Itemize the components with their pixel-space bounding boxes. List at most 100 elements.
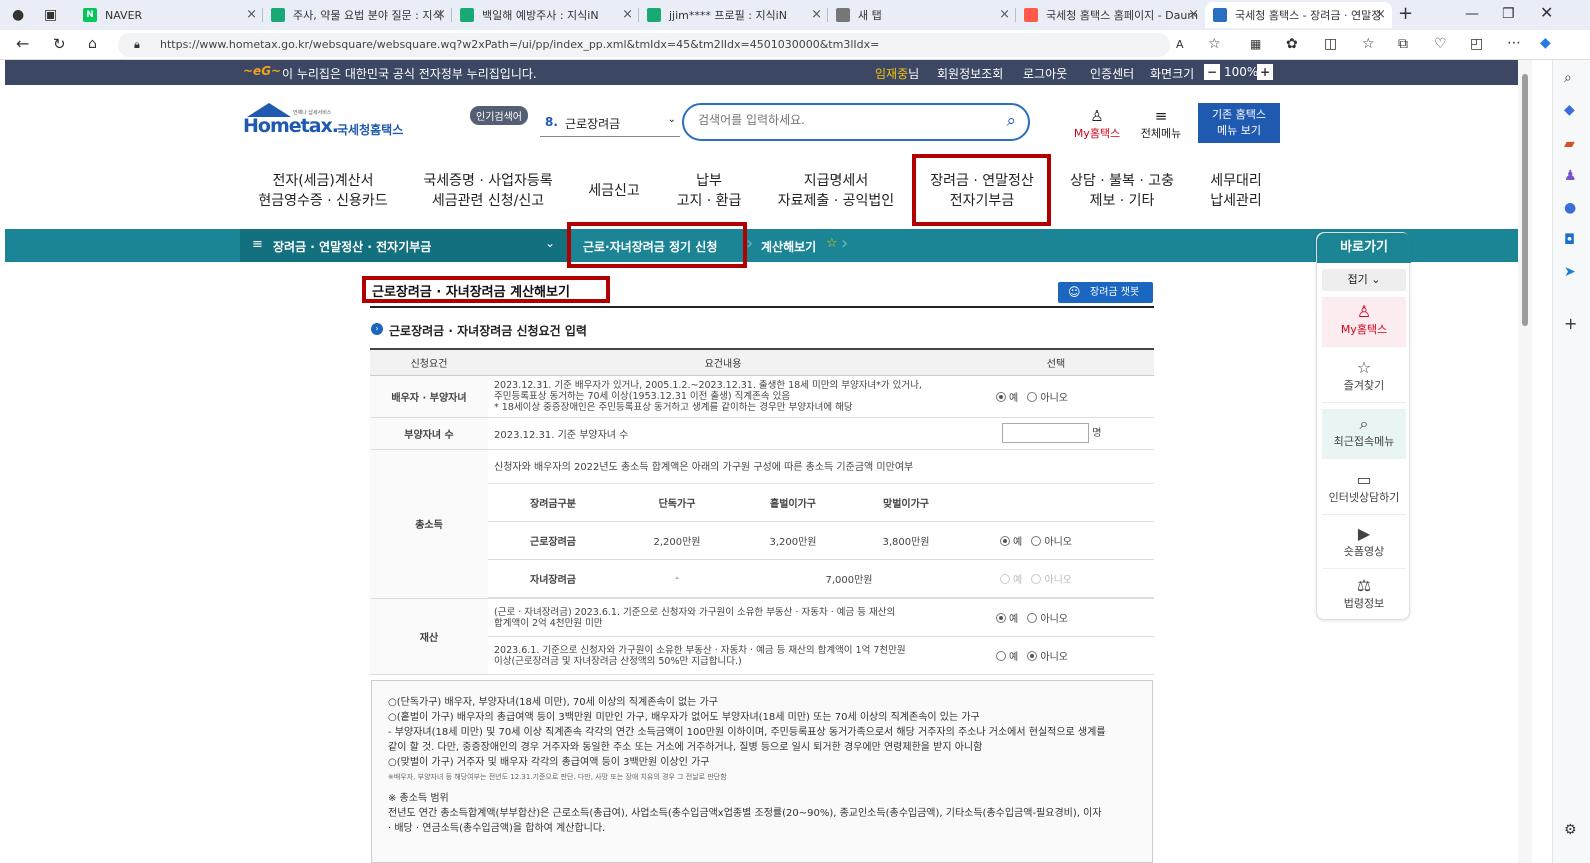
radio-no[interactable]	[1027, 391, 1038, 402]
browser-tab[interactable]: 새 탭 ×	[828, 2, 1016, 28]
radio-no[interactable]	[1031, 574, 1042, 584]
quick-my-hometax[interactable]: ♙ My홈택스	[1322, 297, 1406, 347]
chevron-down-icon: ⌄	[545, 236, 556, 250]
favorites-icon[interactable]: ☆	[1362, 36, 1375, 52]
chatbot-button[interactable]: ☺ 장려금 챗봇	[1058, 282, 1153, 303]
tab-close-icon[interactable]: ×	[999, 7, 1010, 22]
radio-yes[interactable]	[996, 613, 1006, 623]
browser-tab[interactable]: jjim**** 프로필 : 지식iN ×	[639, 2, 828, 28]
gavel-icon: ⚖	[1356, 576, 1372, 595]
zoom-in-button[interactable]: +	[1257, 64, 1273, 80]
shopping-tag-icon[interactable]: ◆	[1564, 102, 1575, 118]
radio-group-property-a: 예 아니오	[958, 598, 1154, 637]
back-icon[interactable]: ←	[16, 36, 29, 52]
quick-shorts[interactable]: ▶ 숏폼영상	[1322, 519, 1406, 569]
read-aloud-icon[interactable]: A	[1176, 37, 1184, 53]
radio-yes[interactable]	[996, 651, 1006, 661]
link-cert-center[interactable]: 인증센터	[1090, 65, 1134, 82]
row-text: 이상(근로장려금 및 자녀장려금 산정액의 50%만 지급합니다.)	[494, 655, 742, 667]
send-icon[interactable]: ➤	[1564, 264, 1576, 280]
more-icon[interactable]: ⋯	[1507, 35, 1521, 51]
browser-essentials-icon[interactable]: ♡	[1434, 36, 1447, 52]
extensions-icon[interactable]: ✿	[1286, 36, 1298, 52]
scrollbar-thumb[interactable]	[1522, 74, 1528, 326]
link-member-info[interactable]: 회원정보조회	[937, 65, 1003, 82]
tab-close-icon[interactable]: ×	[1188, 7, 1199, 22]
screenshot-icon[interactable]: ◰	[1470, 36, 1483, 52]
search-box[interactable]: ⌕	[682, 103, 1030, 141]
radio-no[interactable]	[1027, 651, 1038, 661]
radio-yes[interactable]	[1000, 574, 1010, 584]
sub-header: 장려금구분	[488, 483, 618, 522]
minimize-icon[interactable]: —	[1465, 6, 1479, 22]
quick-online-consult[interactable]: ▭ 인터넷상담하기	[1322, 465, 1406, 515]
notes-box: ○(단독가구) 배우자, 부양자녀(18세 미만), 70세 이상의 직계존속이…	[371, 680, 1153, 863]
address-bar[interactable]: 🔒︎ https://www.hometax.go.kr/websquare/w…	[118, 33, 1221, 57]
search-icon[interactable]: ⌕	[1006, 111, 1016, 131]
quick-favorites[interactable]: ☆ 즐겨찾기	[1322, 353, 1406, 403]
gnb-menu-item[interactable]: 전자(세금)계산서 현금영수증 · 신용카드	[233, 171, 413, 211]
split-screen-icon[interactable]: ◫	[1324, 36, 1337, 52]
gnb-menu-item[interactable]: 세무대리 납세관리	[1146, 171, 1326, 211]
radio-no[interactable]	[1031, 536, 1042, 546]
outlook-icon[interactable]: ◘	[1564, 232, 1575, 248]
people-icon[interactable]: ♟	[1564, 168, 1577, 184]
breadcrumb-menu-dropdown[interactable]: ≡ 장려금 · 연말정산 · 전자기부금 ⌄	[240, 229, 570, 262]
favorite-star-icon[interactable]: ☆	[826, 236, 838, 251]
new-tab-icon[interactable]: +	[1398, 5, 1413, 23]
page-scrollbar[interactable]	[1518, 60, 1532, 863]
browser-tab[interactable]: 국세청 홈택스 홈페이지 - Daum ×	[1016, 2, 1205, 28]
radio-no[interactable]	[1027, 613, 1038, 623]
zoom-out-button[interactable]: −	[1204, 64, 1220, 80]
quick-menu-fold-button[interactable]: 접기 ⌄	[1322, 269, 1406, 291]
tab-close-icon[interactable]: ×	[622, 7, 633, 22]
star-icon: ☆	[1356, 358, 1372, 377]
row-content: 2023.12.31. 기준 배우자가 있거나, 2005.1.2.~2023.…	[488, 375, 958, 418]
sub-cell: 3,200만원	[736, 521, 850, 560]
restore-icon[interactable]: ❐	[1502, 6, 1515, 22]
radio-no-label: 아니오	[1040, 652, 1068, 663]
highlight-box-gnb	[912, 154, 1051, 226]
tab-close-icon[interactable]: ×	[1375, 7, 1386, 22]
tab-close-icon[interactable]: ×	[811, 7, 822, 22]
add-sidebar-icon[interactable]: +	[1564, 316, 1577, 332]
close-window-icon[interactable]: ✕	[1540, 5, 1553, 21]
children-count-input[interactable]	[1002, 423, 1089, 443]
favorite-star-icon[interactable]: ☆	[1208, 36, 1221, 52]
browser-tab[interactable]: 주사, 약물 요법 분야 질문 : 지식 ×	[263, 2, 452, 28]
profile-icon[interactable]: ●	[12, 7, 24, 23]
my-hometax-button[interactable]: ♙ My홈택스	[1067, 107, 1127, 141]
radio-yes[interactable]	[1000, 536, 1010, 546]
refresh-icon[interactable]: ↻	[53, 36, 66, 52]
tab-favicon-icon	[1024, 8, 1038, 22]
browser-tab[interactable]: N NAVER ×	[75, 2, 263, 28]
radio-yes[interactable]	[996, 391, 1006, 402]
popular-search-select[interactable]: 8. 근로장려금 ⌄	[540, 111, 680, 137]
hometax-logo[interactable]: 언제나 납세서비스 Hometax. 국세청홈택스	[241, 103, 421, 143]
copilot-icon[interactable]: ◆	[1540, 35, 1551, 51]
tab-favicon-icon	[271, 8, 285, 22]
search-icon[interactable]: ⌕	[1564, 70, 1572, 86]
tab-close-icon[interactable]: ×	[246, 7, 257, 22]
browser-tab[interactable]: 국세청 홈택스 - 장려금 · 연말정 ×	[1205, 2, 1392, 28]
legacy-menu-button[interactable]: 기존 홈택스 메뉴 보기	[1198, 103, 1280, 143]
tab-actions-icon[interactable]: ▣	[44, 7, 57, 23]
copilot-app-icon[interactable]: ●	[1564, 200, 1576, 216]
settings-icon[interactable]: ⚙	[1564, 822, 1577, 838]
search-input[interactable]	[698, 113, 988, 127]
quick-recent[interactable]: ⌕ 최근접속메뉴	[1322, 409, 1406, 459]
home-icon[interactable]: ⌂	[88, 36, 97, 52]
tab-close-icon[interactable]: ×	[435, 7, 446, 22]
quick-law[interactable]: ⚖ 법령정보	[1322, 571, 1406, 621]
url-text[interactable]: https://www.hometax.go.kr/websquare/webs…	[160, 38, 879, 51]
collections-icon[interactable]: ⧉	[1398, 36, 1408, 52]
browser-tab[interactable]: 백일해 예방주사 : 지식iN ×	[452, 2, 639, 28]
toolbox-icon[interactable]: ▰	[1564, 136, 1575, 152]
tab-favicon-icon	[1213, 8, 1227, 22]
site-header: 언제나 납세서비스 Hometax. 국세청홈택스 인기검색어 8. 근로장려금…	[5, 85, 1518, 230]
all-menu-button[interactable]: ≡ 전체메뉴	[1134, 107, 1188, 141]
sub-cell: -	[618, 559, 736, 598]
qr-icon[interactable]: ▦	[1250, 36, 1261, 52]
link-logout[interactable]: 로그아웃	[1023, 65, 1067, 82]
subtable-row: 근로장려금 2,200만원 3,200만원 3,800만원 예 아니오	[488, 521, 1154, 560]
